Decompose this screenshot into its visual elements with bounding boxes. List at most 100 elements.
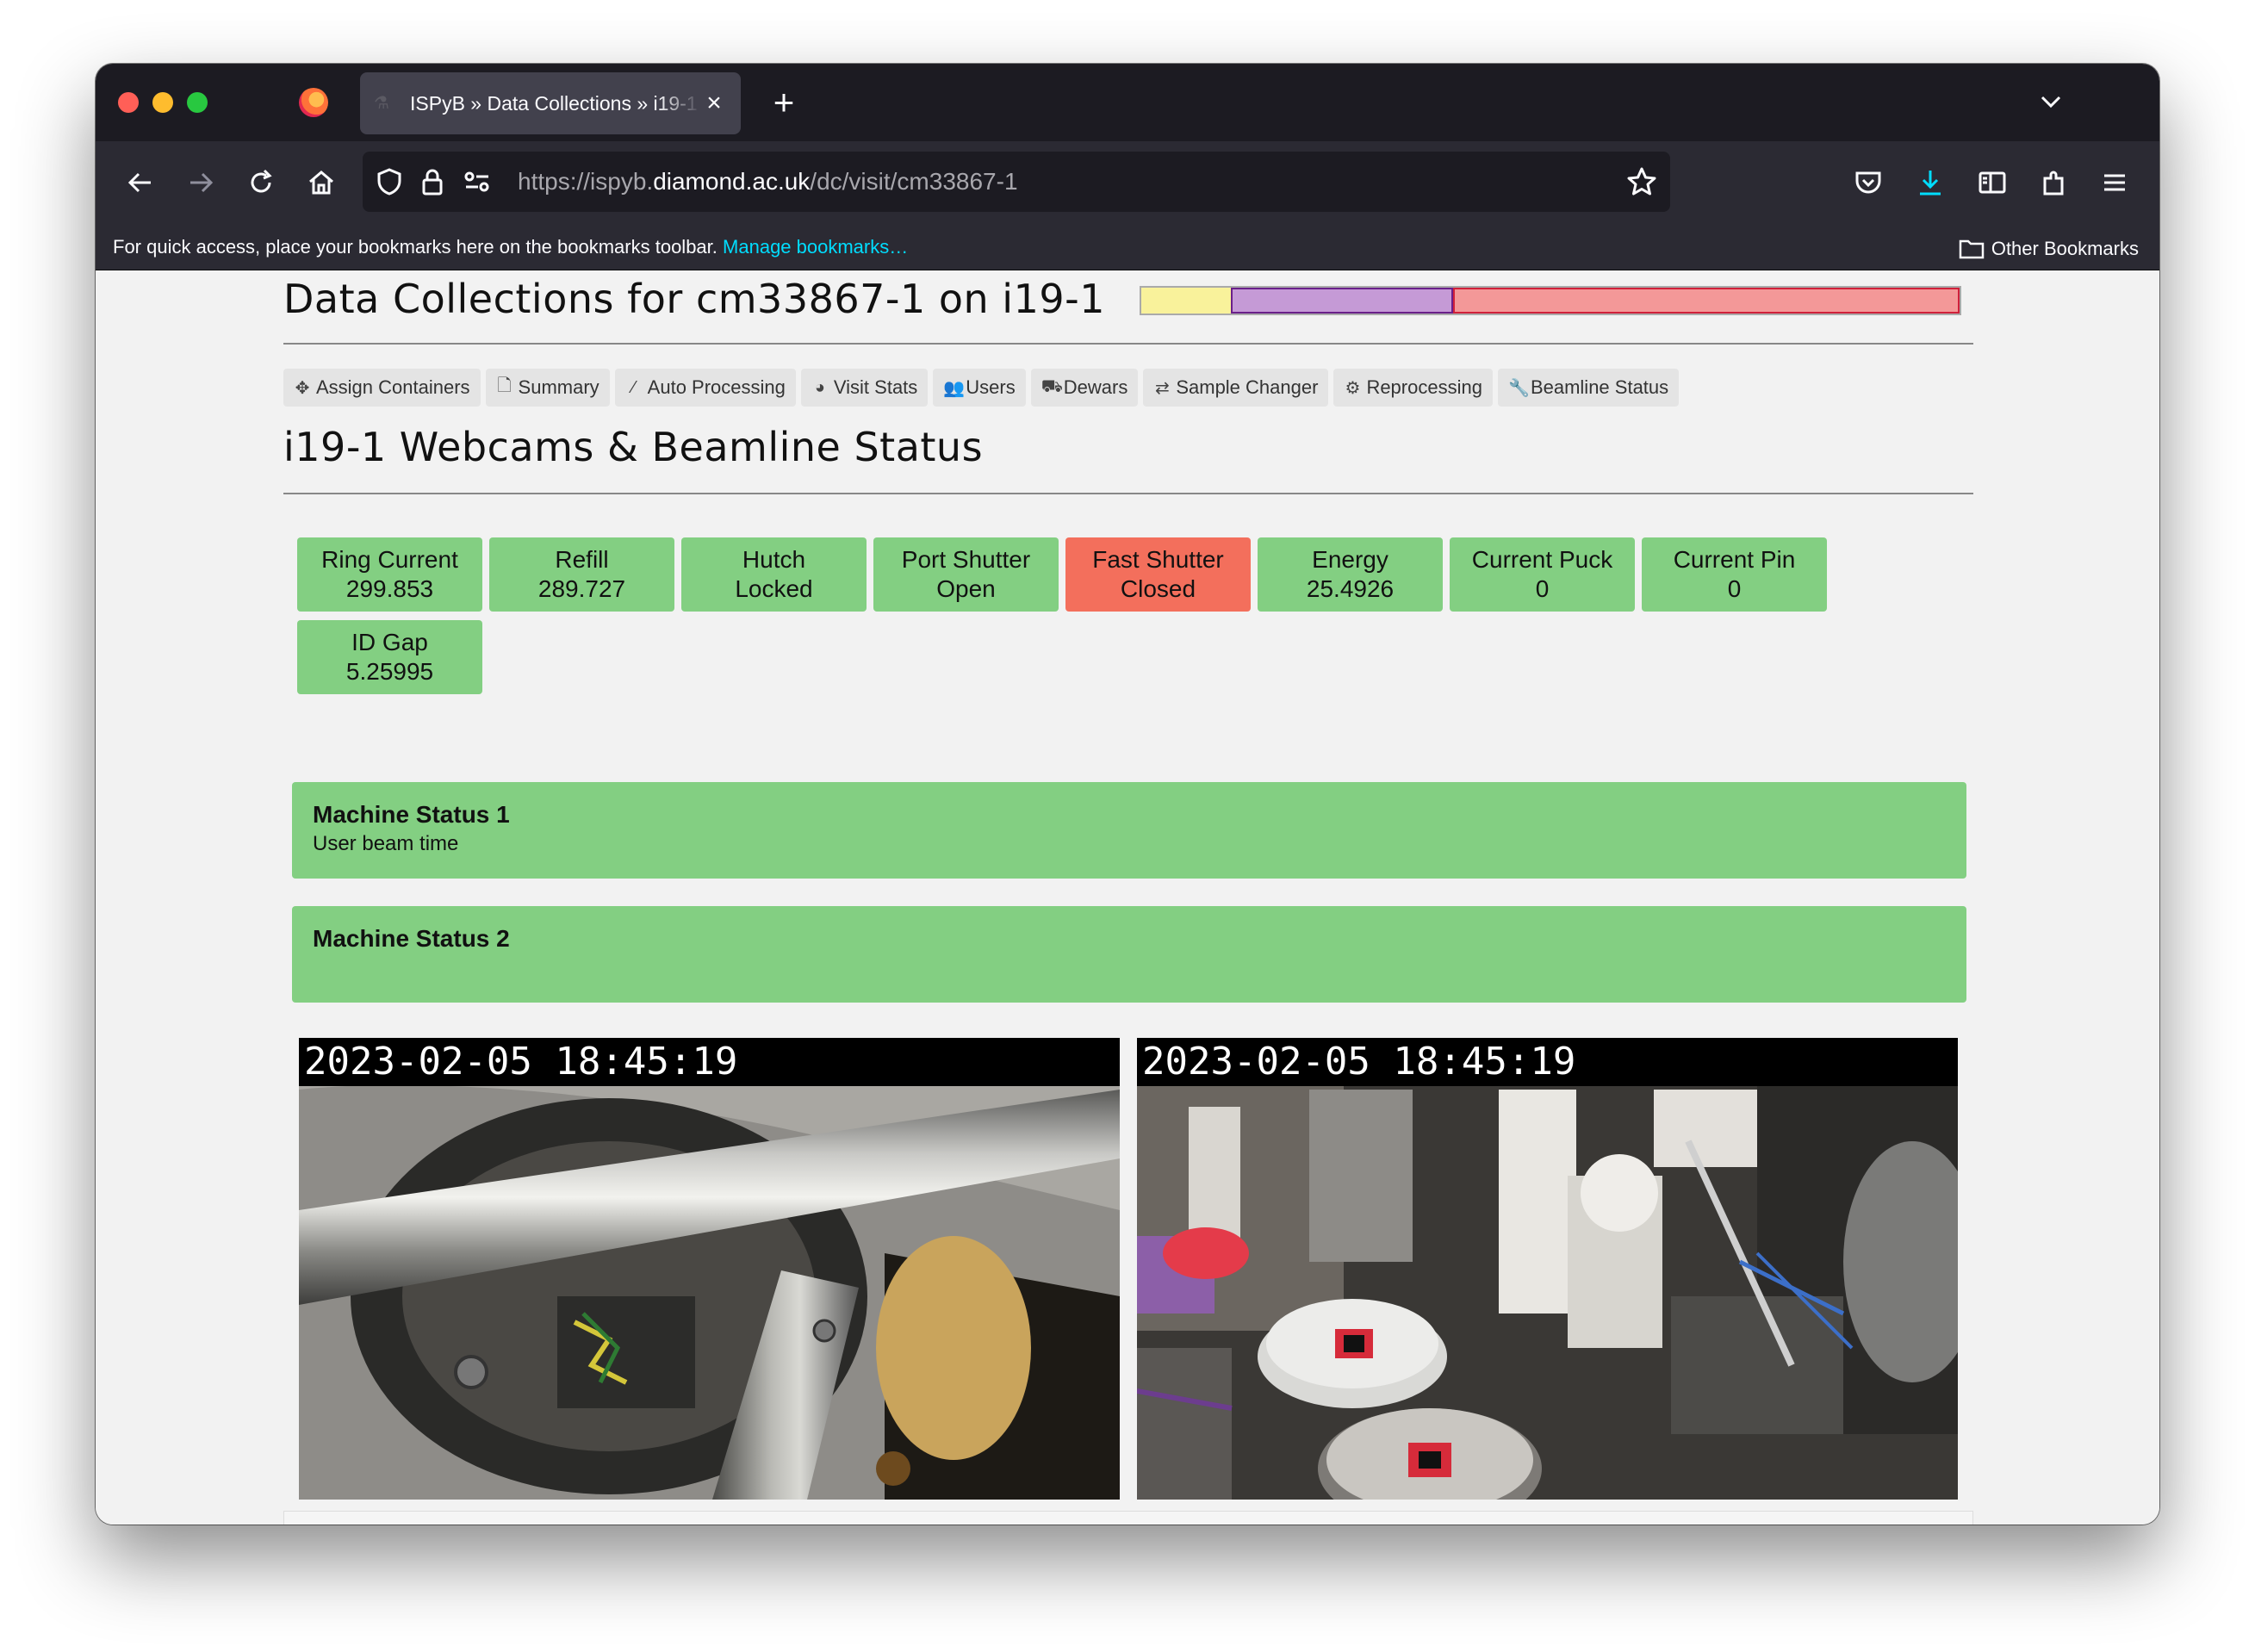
download-icon [1920,171,1941,196]
machine-status-text: User beam time [313,832,459,855]
url-path: /dc/visit/cm33867-1 [810,168,1018,195]
nav-tab-assign-containers[interactable]: ✥ Assign Containers [283,369,481,407]
site-favicon-icon: ⚗ [374,94,389,113]
status-value: 289.727 [537,575,626,602]
status-id-gap: ID Gap 5.25995 [297,620,482,694]
nav-tab-reprocessing[interactable]: ⚙ Reprocessing [1333,369,1493,407]
status-value: 25.4926 [1306,575,1395,602]
machine-status-title: Machine Status 2 [313,925,510,952]
nav-tab-label: Reprocessing [1366,376,1482,398]
nav-tab-summary[interactable]: 🗋 Summary [485,369,610,407]
nav-tab-dewars[interactable]: ⛟ Dewars [1030,369,1139,407]
move-icon: ✥ [295,378,310,398]
cog-icon: ⚙ [1345,378,1361,398]
machine-status-title: Machine Status 1 [313,801,510,828]
status-fast-shutter: Fast Shutter Closed [1065,537,1251,612]
visit-nav-tabs: ✥ Assign Containers 🗋 Summary ⁄ Auto Processi… [283,369,1680,407]
status-refill: Refill 289.727 [489,537,674,612]
status-energy: Energy 25.4926 [1258,537,1443,612]
status-value: 0 [1727,575,1742,602]
wrench-icon: 🔧 [1507,378,1530,398]
close-window-button[interactable] [118,92,139,113]
time-bar-segment [1230,288,1453,314]
status-label: Ring Current [321,546,458,573]
file-icon: 🗋 [497,376,512,395]
bookmark-star-icon[interactable] [1625,165,1658,198]
nav-tab-auto-processing[interactable]: ⁄ Auto Processing [614,369,796,407]
nav-tab-beamline-status[interactable]: 🔧 Beamline Status [1497,369,1680,407]
status-ring-current: Ring Current 299.853 [297,537,482,612]
firefox-logo-icon [299,88,328,117]
reload-button[interactable] [242,164,280,202]
app-menu-button[interactable] [2096,164,2134,202]
other-bookmarks-label: Other Bookmarks [1991,238,2139,259]
sidebar-button[interactable] [1973,164,2011,202]
pocket-button[interactable] [1849,164,1887,202]
status-label: Current Pin [1673,546,1796,573]
nav-tab-users[interactable]: 👥 Users [933,369,1026,407]
status-label: Fast Shutter [1092,546,1224,573]
nav-tab-visit-stats[interactable]: ◕ Visit Stats [800,369,929,407]
section-divider [283,493,1973,494]
visit-time-bar [1140,286,1961,315]
status-hutch: Hutch Locked [681,537,867,612]
header-divider [283,343,1973,345]
nav-tab-label: Users [966,376,1016,398]
nav-tab-label: Beamline Status [1530,376,1669,398]
url-prefix: https://ispyb. [518,168,654,195]
status-value: Closed [1120,575,1196,602]
status-value: 5.25995 [345,658,434,685]
lock-icon[interactable] [419,167,445,196]
nav-tab-sample-changer[interactable]: ⇄ Sample Changer [1143,369,1329,407]
sidebar-icon [1979,171,2006,194]
tracking-shield-icon[interactable] [375,167,404,196]
time-bar-segment [1452,288,1960,314]
nav-tab-label: Visit Stats [833,376,918,398]
truck-icon: ⛟ [1041,376,1063,396]
pocket-icon [1855,171,1881,194]
bookmarks-hint-text: For quick access, place your bookmarks h… [113,236,718,258]
browser-tab[interactable]: ⚗ ISPyB » Data Collections » i19-1 × [360,72,741,134]
status-label: Port Shutter [901,546,1031,573]
status-label: Energy [1312,546,1388,573]
other-bookmarks-button[interactable]: Other Bookmarks [1959,224,2139,274]
exchange-icon: ⇄ [1154,378,1170,398]
tab-close-button[interactable]: × [701,89,727,118]
status-label: Current Puck [1471,546,1613,573]
folder-icon [1959,239,1985,259]
status-label: Hutch [742,546,806,573]
pie-chart-icon: ◕ [814,377,825,397]
status-value: Open [936,575,996,602]
back-button[interactable] [121,164,159,202]
nav-tab-label: Assign Containers [316,376,470,398]
status-current-puck: Current Puck 0 [1450,537,1635,612]
wand-icon: ⁄ [632,377,636,397]
list-all-tabs-button[interactable] [2034,84,2068,119]
page-title: Data Collections for cm33867-1 on i19-1 [283,276,1105,322]
address-bar[interactable]: https://ispyb.diamond.ac.uk/dc/visit/cm3… [363,152,1670,212]
manage-bookmarks-link[interactable]: Manage bookmarks… [723,236,908,258]
forward-button[interactable] [182,164,220,202]
new-tab-button[interactable]: + [762,81,805,124]
home-button[interactable] [302,164,340,202]
machine-status-2-panel: Machine Status 2 [292,906,1966,1003]
maximize-window-button[interactable] [187,92,208,113]
browser-window: ⚗ ISPyB » Data Collections » i19-1 × + h… [96,64,2159,1525]
nav-tab-label: Summary [518,376,599,398]
chevron-down-icon [2041,96,2061,109]
tab-strip: ⚗ ISPyB » Data Collections » i19-1 × + [96,64,2159,141]
extensions-button[interactable] [2035,164,2073,202]
minimize-window-button[interactable] [152,92,173,113]
downloads-button[interactable] [1911,164,1949,202]
page-viewport[interactable]: Data Collections for cm33867-1 on i19-1 … [96,270,2159,1525]
webcam-2-scene [1137,1038,1958,1500]
webcam-1-image[interactable]: 2023-02-05 18:45:19 [299,1038,1120,1500]
machine-status-1-panel: Machine Status 1 User beam time [292,782,1966,879]
webcam-1-scene [299,1038,1120,1500]
webcam-2-image[interactable]: 2023-02-05 18:45:19 [1137,1038,1958,1500]
webcam-1-timestamp: 2023-02-05 18:45:19 [299,1038,1120,1086]
puzzle-icon [2043,171,2064,196]
section-title: i19-1 Webcams & Beamline Status [283,424,984,470]
permissions-icon[interactable] [463,169,492,195]
url-text[interactable]: https://ispyb.diamond.ac.uk/dc/visit/cm3… [518,152,1018,212]
